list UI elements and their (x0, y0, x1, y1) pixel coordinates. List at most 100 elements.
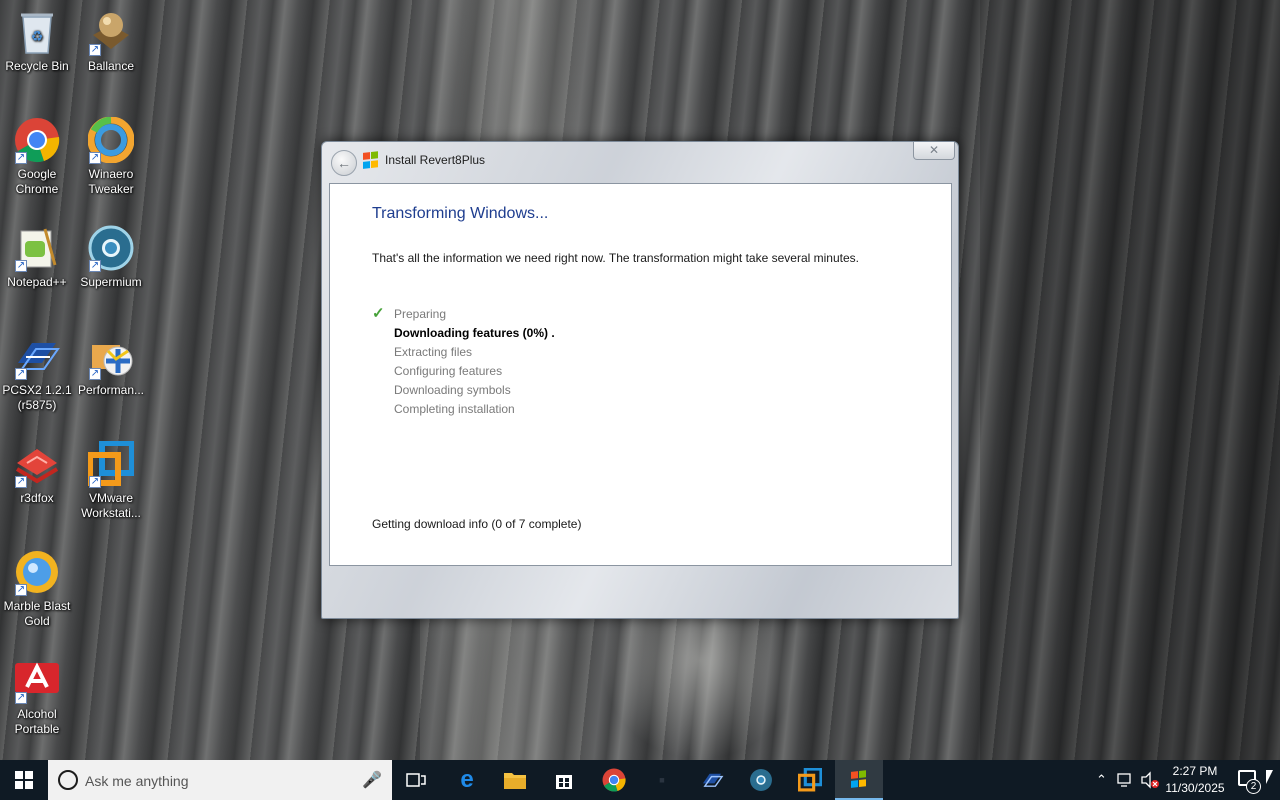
network-icon (1117, 773, 1131, 787)
desktop-icon-winaero-tweaker[interactable]: ↗ Winaero Tweaker (74, 116, 148, 197)
volume-muted-icon (1141, 771, 1159, 789)
step-downloading-features: Downloading features (0%) . (372, 326, 555, 345)
desktop-icon-label: VMware Workstati... (81, 491, 141, 520)
desktop-icon-performance[interactable]: ↗ Performan... (74, 332, 148, 398)
taskbar-edge[interactable]: e (443, 760, 491, 800)
shortcut-arrow-icon: ↗ (89, 368, 101, 380)
alcohol-portable-icon: ↗ (13, 656, 61, 704)
desktop-icon-label: Alcohol Portable (14, 707, 60, 736)
desktop-icon-notepad-plus-plus[interactable]: ↗ Notepad++ (0, 224, 74, 290)
close-button[interactable]: ✕ (913, 142, 955, 160)
step-label: Configuring features (394, 364, 503, 378)
r3dfox-icon: ↗ (13, 440, 61, 488)
back-button[interactable]: ← (331, 150, 357, 176)
desktop-icon-label: PCSX2 1.2.1 (r5875) (2, 383, 72, 412)
step-completing-installation: Completing installation (372, 402, 555, 421)
volume-tray[interactable] (1140, 760, 1160, 800)
start-button[interactable] (0, 760, 48, 800)
pcsx2-icon (702, 773, 724, 787)
svg-text:♻: ♻ (31, 29, 44, 45)
back-arrow-icon: ← (337, 155, 351, 171)
task-view-button[interactable] (392, 760, 440, 800)
taskbar-pcsx2[interactable] (688, 760, 736, 800)
close-icon: ✕ (928, 143, 940, 157)
window-content: Transforming Windows... That's all the i… (329, 183, 952, 566)
mouse-cursor-icon (1266, 770, 1273, 784)
shortcut-arrow-icon: ↗ (89, 476, 101, 488)
desktop-icon-r3dfox[interactable]: ↗ r3dfox (0, 440, 74, 506)
folder-icon (504, 773, 526, 789)
desktop-icon-label: Marble Blast Gold (3, 599, 71, 628)
network-tray[interactable] (1117, 760, 1135, 800)
window-titlebar[interactable]: ← Install Revert8Plus ✕ (322, 142, 958, 182)
recycle-bin-icon: ♻ (13, 8, 61, 56)
shortcut-arrow-icon: ↗ (89, 260, 101, 272)
performance-icon: ↗ (87, 332, 135, 380)
wallpaper-shadow (980, 0, 1280, 760)
checkmark-icon: ✓ (372, 305, 385, 322)
shortcut-arrow-icon: ↗ (15, 476, 27, 488)
shortcut-arrow-icon: ↗ (89, 44, 101, 56)
step-label: Downloading features (0%) . (394, 326, 555, 340)
pcsx2-icon: ↗ (13, 332, 61, 380)
shortcut-arrow-icon: ↗ (15, 584, 27, 596)
taskbar-supermium[interactable] (737, 760, 785, 800)
shortcut-arrow-icon: ↗ (89, 152, 101, 164)
show-hidden-icons-button[interactable]: ⌃ (1096, 760, 1107, 800)
clock[interactable]: 2:27 PM 11/30/2025 (1162, 763, 1228, 797)
taskbar-file-explorer[interactable] (491, 760, 539, 800)
app-icon: ▪ (658, 769, 666, 790)
taskbar-store[interactable] (540, 760, 588, 800)
clock-time: 2:27 PM (1172, 764, 1218, 778)
step-preparing: ✓ Preparing (372, 305, 555, 326)
shortcut-arrow-icon: ↗ (15, 692, 27, 704)
supermium-icon (750, 769, 772, 791)
page-title: Transforming Windows... (372, 205, 549, 222)
taskbar-chrome[interactable] (590, 760, 638, 800)
store-icon (556, 775, 572, 789)
shortcut-arrow-icon: ↗ (15, 368, 27, 380)
task-view-icon (406, 773, 426, 787)
microphone-icon[interactable]: 🎤 (362, 770, 382, 790)
windows-logo-icon (851, 770, 867, 788)
taskbar-app-hidden[interactable]: ▪ (638, 760, 686, 800)
desktop-icon-vmware[interactable]: ↗ VMware Workstati... (74, 440, 148, 521)
marble-blast-icon: ↗ (13, 548, 61, 596)
desktop-icon-marble-blast-gold[interactable]: ↗ Marble Blast Gold (0, 548, 74, 629)
progress-steps: ✓ Preparing Downloading features (0%) . … (372, 305, 555, 421)
chrome-icon: ↗ (13, 116, 61, 164)
ballance-icon: ↗ (87, 8, 135, 56)
desktop-icon-label: Winaero Tweaker (88, 167, 134, 196)
chevron-up-icon: ⌃ (1096, 772, 1107, 787)
search-box[interactable]: Ask me anything 🎤 (48, 760, 392, 800)
desktop-icon-ballance[interactable]: ↗ Ballance (74, 8, 148, 74)
desktop-icon-label: r3dfox (20, 491, 54, 505)
desktop-icon-label: Google Chrome (15, 167, 59, 196)
vmware-icon: ↗ (87, 440, 135, 488)
desktop-icon-alcohol-portable[interactable]: ↗ Alcohol Portable (0, 656, 74, 737)
shortcut-arrow-icon: ↗ (15, 152, 27, 164)
windows-logo-icon (363, 151, 379, 169)
desktop-icon-recycle-bin[interactable]: ♻ Recycle Bin (0, 8, 74, 74)
windows-start-icon (15, 771, 33, 789)
desktop-icon-label: Recycle Bin (5, 59, 69, 73)
clock-date: 11/30/2025 (1165, 781, 1225, 795)
desktop-icon-google-chrome[interactable]: ↗ Google Chrome (0, 116, 74, 197)
taskbar-vmware[interactable] (786, 760, 834, 800)
taskbar-installer[interactable] (835, 760, 883, 800)
cortana-icon (58, 770, 78, 790)
desktop-icon-label: Performan... (77, 383, 145, 397)
step-label: Downloading symbols (394, 383, 511, 397)
status-text: Getting download info (0 of 7 complete) (372, 517, 582, 531)
step-label: Extracting files (394, 345, 473, 359)
window-title: Install Revert8Plus (385, 153, 486, 167)
notepad-plus-plus-icon: ↗ (13, 224, 61, 272)
desktop-icon-supermium[interactable]: ↗ Supermium (74, 224, 148, 290)
chrome-icon (602, 768, 626, 792)
step-label: Completing installation (394, 402, 515, 416)
notification-count-badge: 2 (1246, 779, 1261, 794)
desktop-icon-pcsx2[interactable]: ↗ PCSX2 1.2.1 (r5875) (0, 332, 74, 413)
taskbar: Ask me anything 🎤 e ▪ ⌃ 2:27 PM 11/30/20… (0, 760, 1280, 800)
search-input[interactable]: Ask me anything (85, 773, 189, 789)
step-configuring-features: Configuring features (372, 364, 555, 383)
